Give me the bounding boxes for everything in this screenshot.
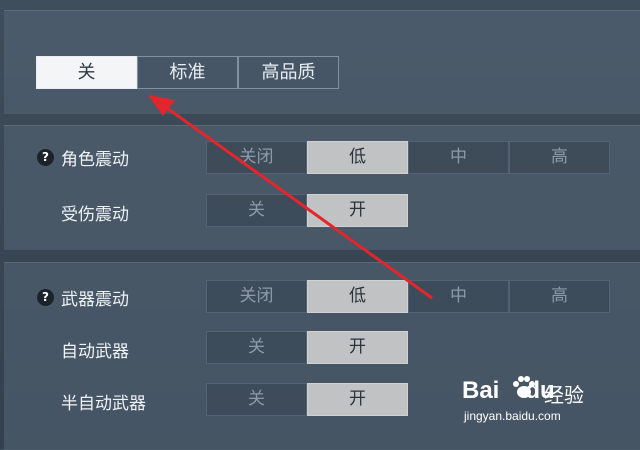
- semi-auto-weapon-selector: 关 开: [206, 383, 408, 416]
- watermark-url: jingyan.baidu.com: [464, 409, 561, 423]
- paw-icon: [513, 376, 535, 398]
- quality-selector: 关 标准 高品质: [36, 56, 339, 89]
- character-vibration-selector: 关闭 低 中 高: [206, 141, 610, 174]
- auto-weapon-label: 自动武器: [61, 342, 129, 362]
- quality-standard-button[interactable]: 标准: [137, 56, 238, 89]
- hurt-vibration-label: 受伤震动: [61, 205, 129, 225]
- weapon-vibration-off[interactable]: 关闭: [206, 280, 307, 313]
- character-vibration-low[interactable]: 低: [307, 141, 408, 174]
- semi-auto-weapon-off[interactable]: 关: [206, 383, 307, 416]
- auto-weapon-selector: 关 开: [206, 331, 408, 364]
- help-icon[interactable]: ?: [37, 289, 54, 306]
- watermark-brand: Bai du: [462, 377, 555, 404]
- weapon-vibration-mid[interactable]: 中: [408, 280, 509, 313]
- character-vibration-high[interactable]: 高: [509, 141, 610, 174]
- quality-high-button[interactable]: 高品质: [238, 56, 339, 89]
- weapon-vibration-selector: 关闭 低 中 高: [206, 280, 610, 313]
- character-vibration-mid[interactable]: 中: [408, 141, 509, 174]
- character-vibration-off[interactable]: 关闭: [206, 141, 307, 174]
- watermark-cn: 经验: [544, 383, 584, 407]
- weapon-vibration-low[interactable]: 低: [307, 280, 408, 313]
- character-vibration-label: 角色震动: [61, 150, 129, 170]
- hurt-vibration-on[interactable]: 开: [307, 194, 408, 227]
- semi-auto-weapon-on[interactable]: 开: [307, 383, 408, 416]
- auto-weapon-off[interactable]: 关: [206, 331, 307, 364]
- semi-auto-weapon-label: 半自动武器: [61, 394, 146, 414]
- auto-weapon-on[interactable]: 开: [307, 331, 408, 364]
- quality-off-button[interactable]: 关: [36, 56, 137, 89]
- hurt-vibration-off[interactable]: 关: [206, 194, 307, 227]
- baidu-jingyan-watermark: Bai du 经验 jingyan.baidu.com: [462, 376, 602, 429]
- weapon-vibration-high[interactable]: 高: [509, 280, 610, 313]
- weapon-vibration-label: 武器震动: [61, 290, 129, 310]
- help-icon[interactable]: ?: [37, 149, 54, 166]
- hurt-vibration-selector: 关 开: [206, 194, 408, 227]
